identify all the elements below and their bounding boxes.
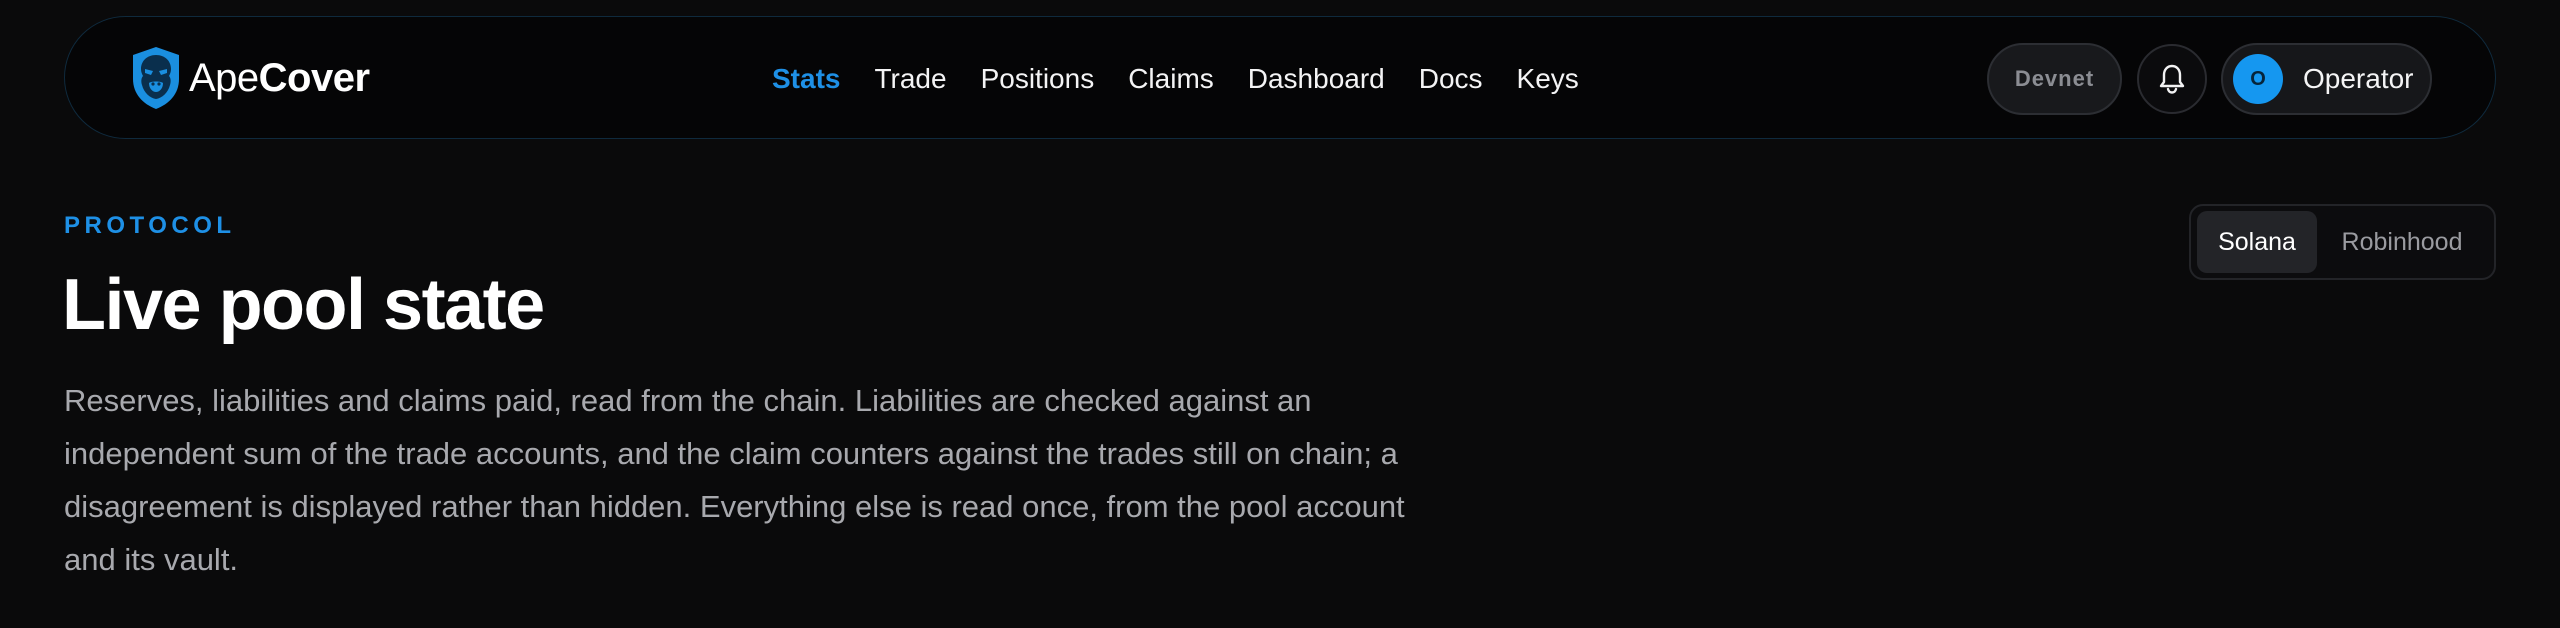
nav-link-trade[interactable]: Trade	[874, 63, 946, 95]
bell-icon	[2159, 64, 2185, 94]
account-button[interactable]: O Operator	[2221, 43, 2432, 115]
chain-option-solana[interactable]: Solana	[2197, 211, 2317, 273]
notifications-button[interactable]	[2137, 44, 2207, 114]
page-title: Live pool state	[62, 265, 545, 345]
avatar: O	[2233, 54, 2283, 104]
nav-link-stats[interactable]: Stats	[772, 63, 840, 95]
nav-link-keys[interactable]: Keys	[1517, 63, 1579, 95]
network-badge[interactable]: Devnet	[1987, 43, 2122, 115]
brand-name-bold: Cover	[258, 55, 370, 100]
section-eyebrow: PROTOCOL	[64, 212, 236, 239]
account-label: Operator	[2303, 63, 2414, 94]
brand-name-light: Ape	[189, 55, 259, 100]
main-nav: Stats Trade Positions Claims Dashboard D…	[772, 17, 1613, 140]
nav-link-claims[interactable]: Claims	[1128, 63, 1214, 95]
nav-link-dashboard[interactable]: Dashboard	[1248, 63, 1385, 95]
brand-wordmark: ApeCover	[189, 56, 370, 101]
chain-option-robinhood[interactable]: Robinhood	[2317, 211, 2487, 273]
top-navbar: ApeCover Stats Trade Positions Claims Da…	[64, 16, 2496, 139]
nav-link-docs[interactable]: Docs	[1419, 63, 1483, 95]
brand-logo[interactable]: ApeCover	[129, 44, 370, 112]
page-description: Reserves, liabilities and claims paid, r…	[64, 383, 1405, 577]
gorilla-shield-icon	[133, 47, 179, 109]
chain-toggle: Solana Robinhood	[2189, 204, 2496, 280]
nav-link-positions[interactable]: Positions	[981, 63, 1095, 95]
